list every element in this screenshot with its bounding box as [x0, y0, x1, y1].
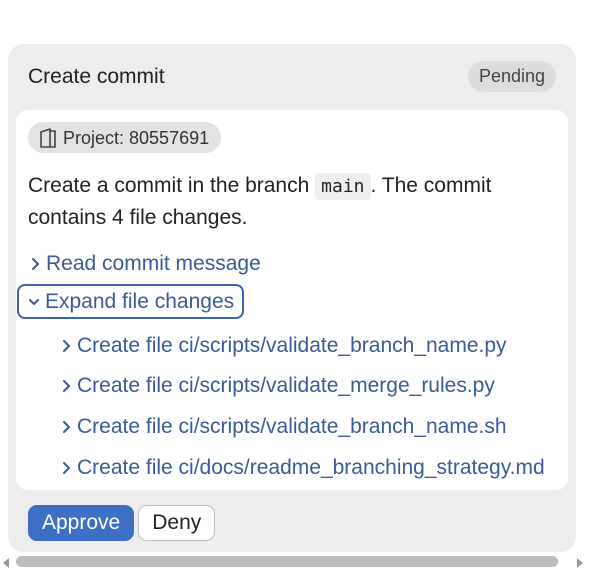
- card-body: Project: 80557691 Create a commit in the…: [16, 110, 568, 490]
- expand-file-changes-label: Expand file changes: [45, 289, 235, 313]
- chevron-right-icon: [59, 414, 73, 440]
- commit-description: Create a commit in the branch main. The …: [28, 170, 558, 233]
- branch-name: main: [315, 173, 371, 200]
- description-text-before: Create a commit in the branch: [28, 174, 316, 197]
- page: Create commit Pending Project: 80557691 …: [0, 0, 600, 573]
- chevron-right-icon: [59, 333, 73, 359]
- scroll-right-arrow-icon[interactable]: [574, 557, 586, 569]
- approve-button[interactable]: Approve: [28, 505, 135, 541]
- file-change-item[interactable]: Create file ci/scripts/validate_branch_n…: [59, 333, 507, 359]
- book-icon: [37, 127, 59, 149]
- scrollbar-thumb[interactable]: [16, 556, 558, 567]
- file-change-label: Create file ci/docs/readme_branching_str…: [77, 456, 545, 479]
- chevron-down-icon: [27, 289, 41, 315]
- horizontal-scrollbar[interactable]: [0, 553, 600, 573]
- file-change-item[interactable]: Create file ci/docs/readme_branching_str…: [59, 455, 545, 481]
- chevron-right-icon: [59, 373, 73, 399]
- project-chip: Project: 80557691: [28, 122, 222, 153]
- card-title: Create commit: [28, 65, 165, 88]
- file-change-label: Create file ci/scripts/validate_branch_n…: [77, 334, 507, 357]
- file-change-label: Create file ci/scripts/validate_branch_n…: [77, 415, 507, 438]
- file-change-item[interactable]: Create file ci/scripts/validate_merge_ru…: [59, 373, 495, 399]
- project-label: Project: 80557691: [63, 127, 210, 148]
- chevron-right-icon: [59, 455, 73, 481]
- chevron-right-icon: [28, 251, 42, 277]
- read-commit-message-label: Read commit message: [46, 252, 261, 275]
- expand-file-changes-toggle[interactable]: Expand file changes: [17, 284, 245, 319]
- commit-approval-card: Create commit Pending Project: 80557691 …: [8, 44, 576, 552]
- card-actions: Approve Deny: [28, 505, 216, 541]
- scroll-left-arrow-icon[interactable]: [0, 557, 12, 569]
- status-badge: Pending: [467, 61, 556, 92]
- deny-button[interactable]: Deny: [138, 505, 216, 541]
- file-change-label: Create file ci/scripts/validate_merge_ru…: [77, 374, 495, 397]
- card-header: Create commit Pending: [8, 44, 576, 110]
- read-commit-message-toggle[interactable]: Read commit message: [28, 251, 261, 277]
- file-change-item[interactable]: Create file ci/scripts/validate_branch_n…: [59, 414, 507, 440]
